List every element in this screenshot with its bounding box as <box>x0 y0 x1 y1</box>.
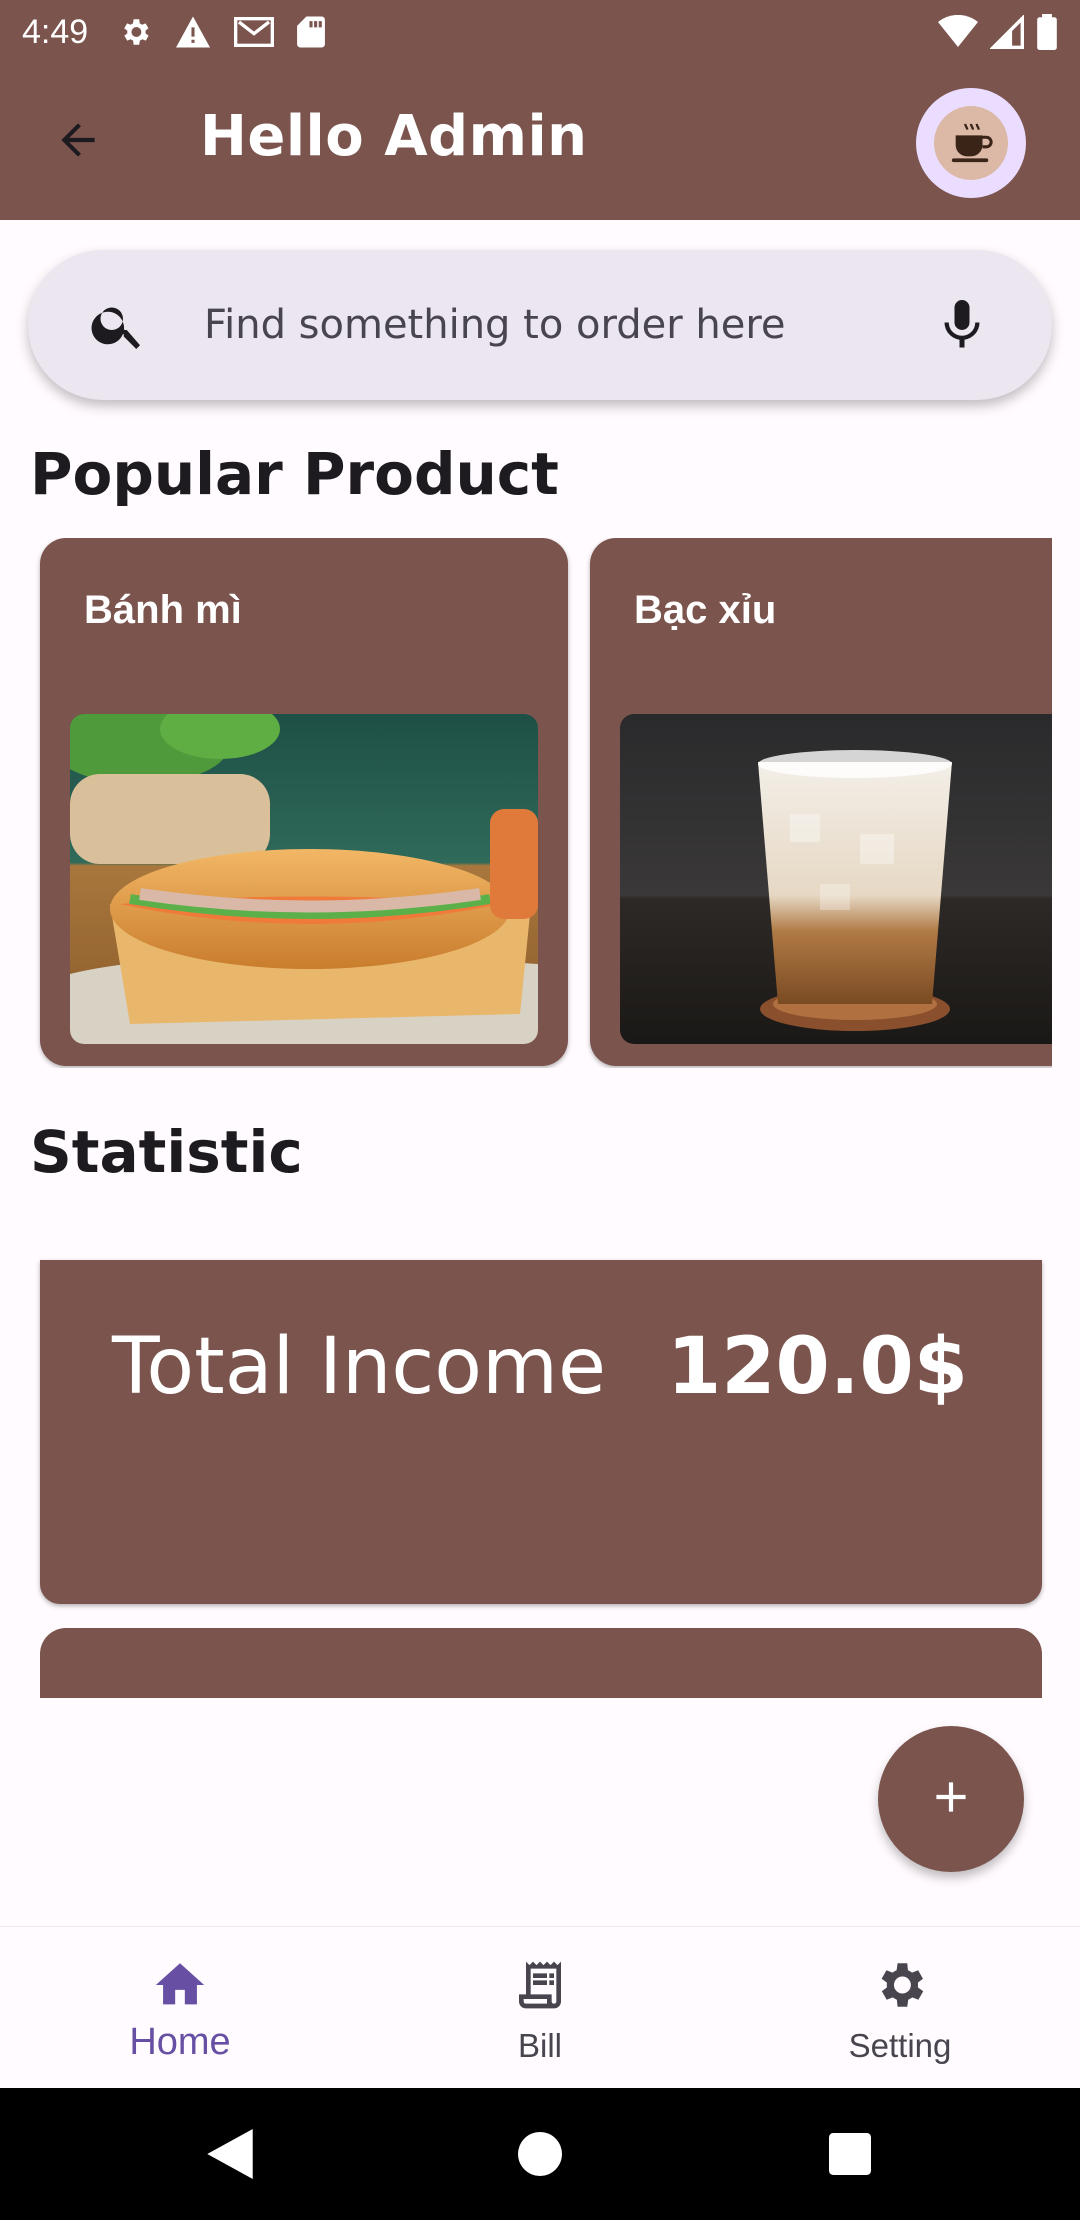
product-carousel[interactable]: Bánh mì Bạc xỉu <box>0 538 1052 1068</box>
iced-coffee-image <box>620 714 1052 1044</box>
gear-icon <box>870 1955 930 2015</box>
avatar[interactable] <box>916 88 1026 198</box>
product-name: Bạc xỉu <box>634 588 777 632</box>
page-title: Hello Admin <box>200 104 588 169</box>
arrow-back-icon <box>53 115 103 169</box>
popular-product-heading: Popular Product <box>30 440 559 508</box>
signal-icon <box>990 15 1024 49</box>
status-time: 4:49 <box>22 12 89 51</box>
gmail-icon <box>234 15 275 49</box>
status-icons-left <box>118 15 326 49</box>
product-card[interactable]: Bánh mì <box>40 538 568 1066</box>
statistic-heading: Statistic <box>30 1118 303 1186</box>
nav-label-setting: Setting <box>848 2027 952 2064</box>
back-triangle-icon[interactable] <box>200 2124 260 2184</box>
home-icon <box>150 1955 210 2015</box>
nav-item-setting[interactable]: Setting <box>720 1927 1080 2089</box>
search-bar[interactable] <box>28 250 1052 400</box>
income-label: Total Income <box>112 1322 606 1412</box>
receipt-icon <box>510 1955 570 2015</box>
status-bar: 4:49 <box>0 0 1080 64</box>
banh-mi-image <box>70 714 538 1044</box>
search-icon[interactable] <box>88 295 148 359</box>
add-button[interactable] <box>878 1726 1024 1872</box>
system-navigation-bar <box>0 2088 1080 2220</box>
battery-icon <box>1036 14 1058 50</box>
coffee-cup-icon <box>934 106 1008 180</box>
app-bar: Hello Admin <box>0 64 1080 220</box>
gear-icon <box>118 15 152 49</box>
plus-icon <box>926 1772 976 1826</box>
mic-icon[interactable] <box>932 295 992 359</box>
status-icons-right <box>938 14 1058 50</box>
bottom-navigation: Home Bill Setting <box>0 1926 1080 2088</box>
product-name: Bánh mì <box>84 588 242 632</box>
income-value: 120.0$ <box>667 1322 968 1412</box>
nav-item-home[interactable]: Home <box>0 1927 360 2089</box>
income-card: Total Income 120.0$ <box>40 1260 1042 1604</box>
nav-label-home: Home <box>129 2021 231 2063</box>
stat-card <box>40 1628 1042 1698</box>
sd-card-icon <box>296 15 326 49</box>
nav-item-bill[interactable]: Bill <box>360 1927 720 2089</box>
nav-label-bill: Bill <box>517 2027 562 2064</box>
product-card[interactable]: Bạc xỉu <box>590 538 1052 1066</box>
recents-square-icon[interactable] <box>820 2124 880 2184</box>
screen: 4:49 Hello Admin Find something to order… <box>0 0 1080 2220</box>
back-button[interactable] <box>40 110 116 174</box>
search-input[interactable] <box>204 290 864 360</box>
home-circle-icon[interactable] <box>510 2124 570 2184</box>
wifi-icon <box>938 15 978 49</box>
warning-icon <box>174 15 212 49</box>
